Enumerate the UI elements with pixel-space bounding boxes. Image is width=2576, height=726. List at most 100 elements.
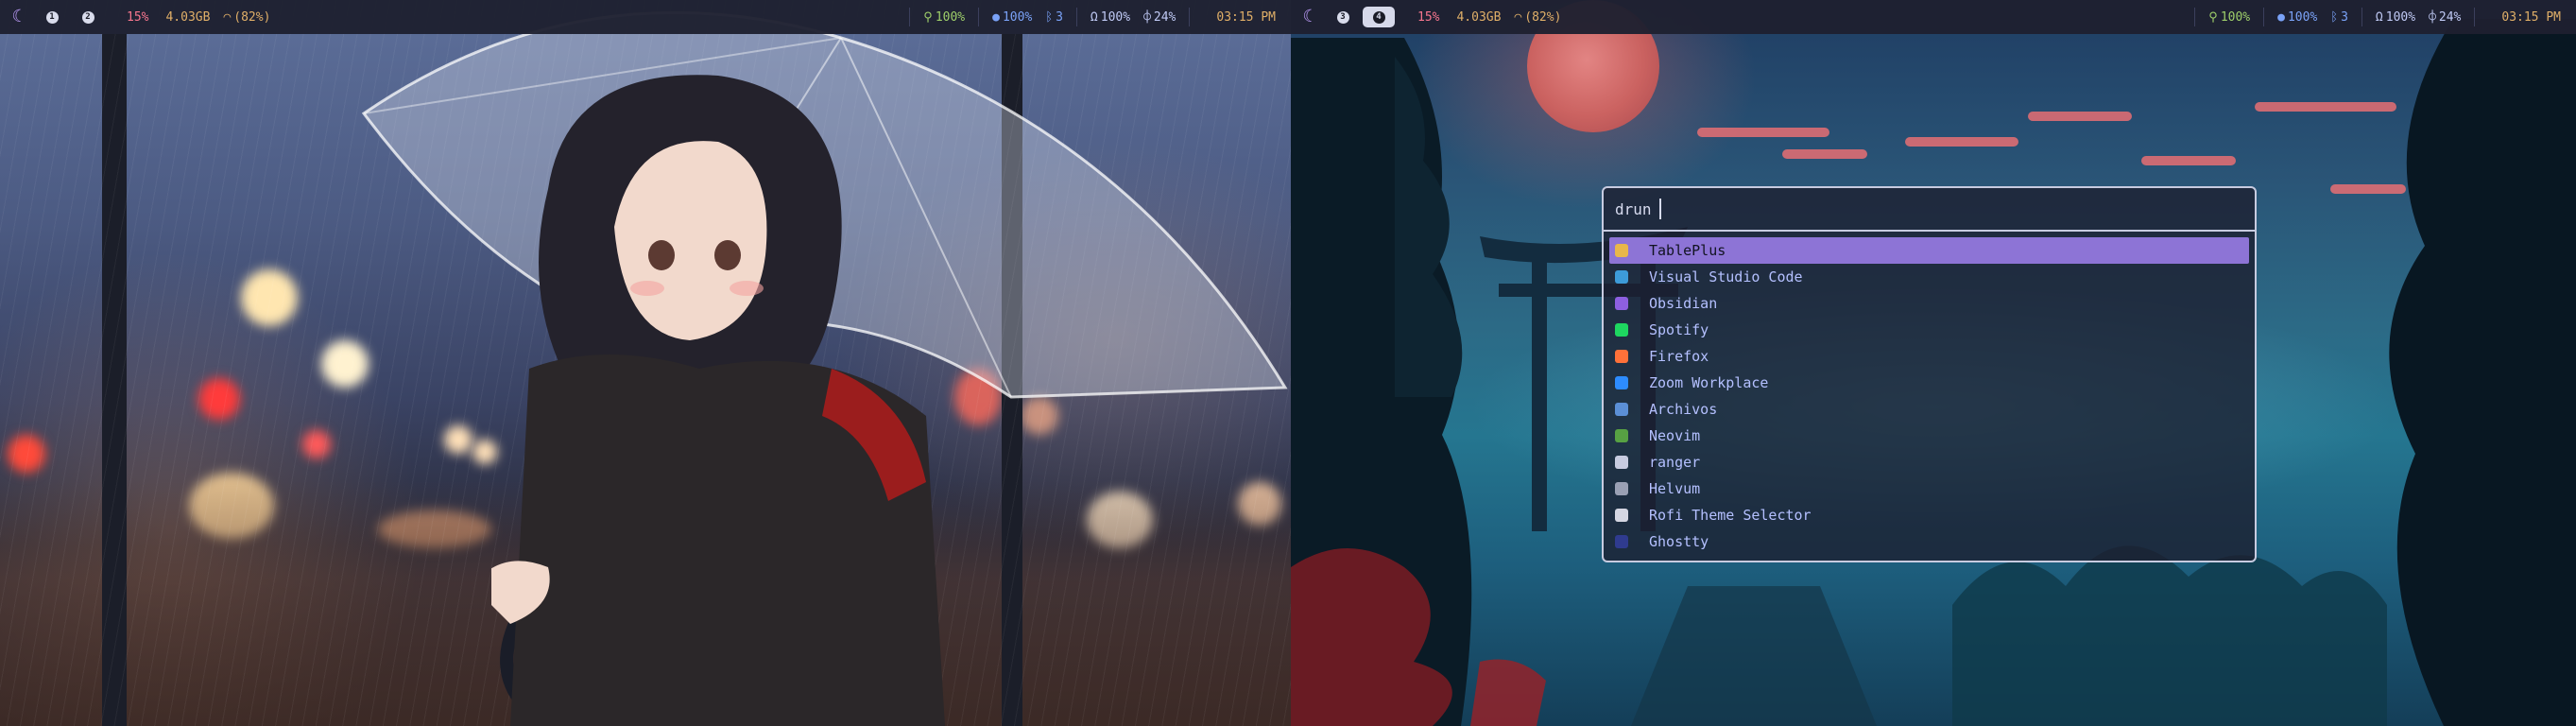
bluetooth-icon: ᛒ: [1045, 9, 1054, 25]
monitor-right: ☾ 3 4 15% 4.03GB ◠ (82%) ⚲ 100% ● 100% ᛒ3 Ω…: [1291, 0, 2576, 726]
brightness-module[interactable]: ● 100%: [992, 10, 1032, 25]
bluetooth-module[interactable]: ᛒ3: [1045, 10, 1063, 25]
divider: [1189, 8, 1191, 26]
mic-level: 24%: [1153, 9, 1176, 25]
wallpaper-rainy-street: [0, 0, 1291, 726]
launcher-item-label: Obsidian: [1649, 295, 1718, 312]
distro-logo-icon[interactable]: ☾: [8, 8, 26, 26]
divider: [978, 8, 980, 26]
launcher-item[interactable]: Rofi Theme Selector: [1609, 502, 2249, 528]
launcher-item-label: Archivos: [1649, 401, 1718, 418]
files-icon: [1615, 403, 1628, 416]
brightness-icon: ●: [992, 9, 1000, 25]
zoom-icon: [1615, 376, 1628, 389]
battery-icon: ⚲: [923, 9, 933, 25]
mic-module[interactable]: ⌽ 24%: [1143, 10, 1176, 25]
battery-module[interactable]: ⚲ 100%: [923, 10, 965, 25]
bluetooth-count: 3: [1056, 9, 1063, 25]
volume-module[interactable]: Ω 100%: [2376, 10, 2415, 25]
ghostty-icon: [1615, 535, 1628, 548]
launcher-item[interactable]: Helvum: [1609, 475, 2249, 502]
battery-level: 100%: [935, 9, 966, 25]
launcher-item[interactable]: Archivos: [1609, 396, 2249, 423]
divider: [2263, 8, 2265, 26]
bar-left-modules: ☾ 3 4 15% 4.03GB ◠ (82%): [1291, 7, 1561, 27]
cpu-usage[interactable]: 15%: [127, 10, 148, 25]
brightness-module[interactable]: ● 100%: [2277, 10, 2317, 25]
clock[interactable]: 03:15 PM: [1216, 10, 1276, 25]
launcher-item-label: Visual Studio Code: [1649, 268, 1803, 285]
launcher-item-label: ranger: [1649, 454, 1701, 471]
battery-module[interactable]: ⚲ 100%: [2208, 10, 2250, 25]
launcher-item[interactable]: Obsidian: [1609, 290, 2249, 317]
mic-module[interactable]: ⌽ 24%: [2429, 10, 2461, 25]
divider: [2361, 8, 2362, 26]
volume-module[interactable]: Ω 100%: [1091, 10, 1130, 25]
launcher-item[interactable]: ranger: [1609, 449, 2249, 475]
divider: [909, 8, 911, 26]
monitor-left: ☾ 1 2 15% 4.03GB ◠ (82%) ⚲ 100% ● 100% ᛒ3 Ω…: [0, 0, 1291, 726]
bar-right-modules: ⚲ 100% ● 100% ᛒ3 Ω 100% ⌽ 24% 03:15 PM: [896, 8, 1291, 26]
volume-level: 100%: [1100, 9, 1131, 25]
clock[interactable]: 03:15 PM: [2501, 10, 2561, 25]
wifi-module[interactable]: ◠ (82%): [223, 10, 270, 25]
bar-right-modules: ⚲ 100% ● 100% ᛒ3 Ω 100% ⌽ 24% 03:15 PM: [2181, 8, 2576, 26]
neovim-icon: [1615, 429, 1628, 442]
launcher-item[interactable]: TablePlus: [1609, 237, 2249, 264]
theme-selector-icon: [1615, 509, 1628, 522]
battery-level: 100%: [2220, 9, 2251, 25]
brightness-icon: ●: [2277, 9, 2285, 25]
microphone-icon: ⌽: [2429, 9, 2436, 25]
workspace-button-active[interactable]: 4: [1363, 7, 1395, 27]
launcher-item[interactable]: Neovim: [1609, 423, 2249, 449]
launcher-item-label: Helvum: [1649, 480, 1701, 497]
memory-usage[interactable]: 4.03GB: [1456, 10, 1501, 25]
cpu-usage[interactable]: 15%: [1417, 10, 1439, 25]
app-launcher: drun TablePlus Visual Studio Code Obsidian…: [1602, 186, 2257, 562]
workspace-label: 2: [81, 10, 94, 24]
top-bar: ☾ 1 2 15% 4.03GB ◠ (82%) ⚲ 100% ● 100% ᛒ3 Ω…: [0, 0, 1291, 34]
launcher-item[interactable]: Firefox: [1609, 343, 2249, 370]
bluetooth-count: 3: [2341, 9, 2348, 25]
workspace-label: 4: [1372, 10, 1385, 24]
obsidian-icon: [1615, 297, 1628, 310]
launcher-item-label: TablePlus: [1649, 242, 1726, 259]
wifi-module[interactable]: ◠ (82%): [1514, 10, 1561, 25]
folder-icon: [1615, 482, 1628, 495]
terminal-icon: [1615, 456, 1628, 469]
workspace-button[interactable]: 2: [72, 7, 104, 27]
top-bar: ☾ 3 4 15% 4.03GB ◠ (82%) ⚲ 100% ● 100% ᛒ3 Ω…: [1291, 0, 2576, 34]
launcher-item[interactable]: Visual Studio Code: [1609, 264, 2249, 290]
bluetooth-module[interactable]: ᛒ3: [2330, 10, 2348, 25]
spotify-icon: [1615, 323, 1628, 337]
headphones-icon: Ω: [1090, 9, 1098, 25]
bluetooth-icon: ᛒ: [2330, 9, 2339, 25]
wifi-strength: (82%): [233, 9, 271, 25]
wifi-icon: ◠: [1514, 9, 1522, 25]
distro-logo-icon[interactable]: ☾: [1298, 8, 1317, 26]
workspace-button[interactable]: 1: [36, 7, 68, 27]
divider: [2474, 8, 2476, 26]
volume-level: 100%: [2385, 9, 2416, 25]
memory-usage[interactable]: 4.03GB: [165, 10, 210, 25]
workspace-label: 1: [45, 10, 59, 24]
launcher-search-row[interactable]: drun: [1604, 188, 2255, 232]
launcher-item-label: Spotify: [1649, 321, 1709, 338]
launcher-item[interactable]: Zoom Workplace: [1609, 370, 2249, 396]
anime-girl-illustration: [491, 75, 945, 726]
launcher-item-label: Firefox: [1649, 348, 1709, 365]
wifi-strength: (82%): [1524, 9, 1562, 25]
workspace-button[interactable]: 3: [1327, 7, 1359, 27]
text-cursor: [1658, 199, 1661, 219]
launcher-item-label: Rofi Theme Selector: [1649, 507, 1812, 524]
launcher-item-label: Ghostty: [1649, 533, 1709, 550]
launcher-item[interactable]: Spotify: [1609, 317, 2249, 343]
microphone-icon: ⌽: [1143, 9, 1151, 25]
launcher-item[interactable]: Ghostty: [1609, 528, 2249, 555]
mic-level: 24%: [2438, 9, 2462, 25]
divider: [2194, 8, 2196, 26]
bar-left-modules: ☾ 1 2 15% 4.03GB ◠ (82%): [0, 7, 271, 27]
workspace-label: 3: [1336, 10, 1349, 24]
brightness-level: 100%: [1002, 9, 1033, 25]
launcher-results-list: TablePlus Visual Studio Code Obsidian Spoti…: [1604, 232, 2255, 555]
